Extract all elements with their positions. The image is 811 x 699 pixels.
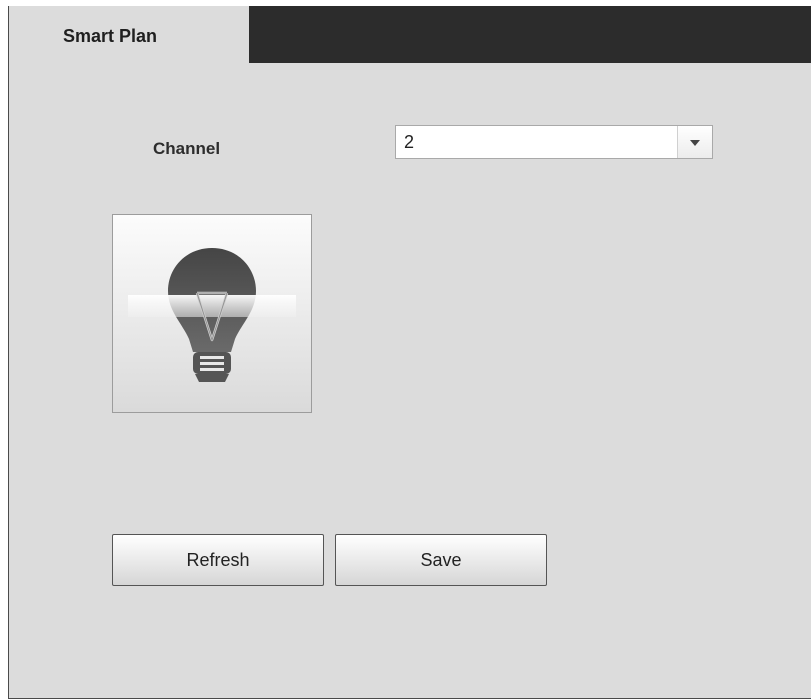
channel-label: Channel [153, 139, 221, 158]
tab-smart-plan[interactable]: Smart Plan [9, 6, 249, 63]
lightbulb-icon [128, 248, 296, 382]
smart-plan-panel: Smart Plan Channel 2 Refresh Save [8, 6, 811, 699]
tab-bar: Smart Plan [9, 6, 811, 63]
save-button[interactable]: Save [335, 534, 547, 586]
tab-smart-plan-label: Smart Plan [63, 26, 158, 46]
channel-select[interactable]: 2 [395, 125, 713, 159]
chevron-down-icon[interactable] [677, 126, 712, 158]
smart-plan-icon-button[interactable] [112, 214, 312, 413]
refresh-button[interactable]: Refresh [112, 534, 324, 586]
channel-select-value: 2 [404, 132, 415, 152]
